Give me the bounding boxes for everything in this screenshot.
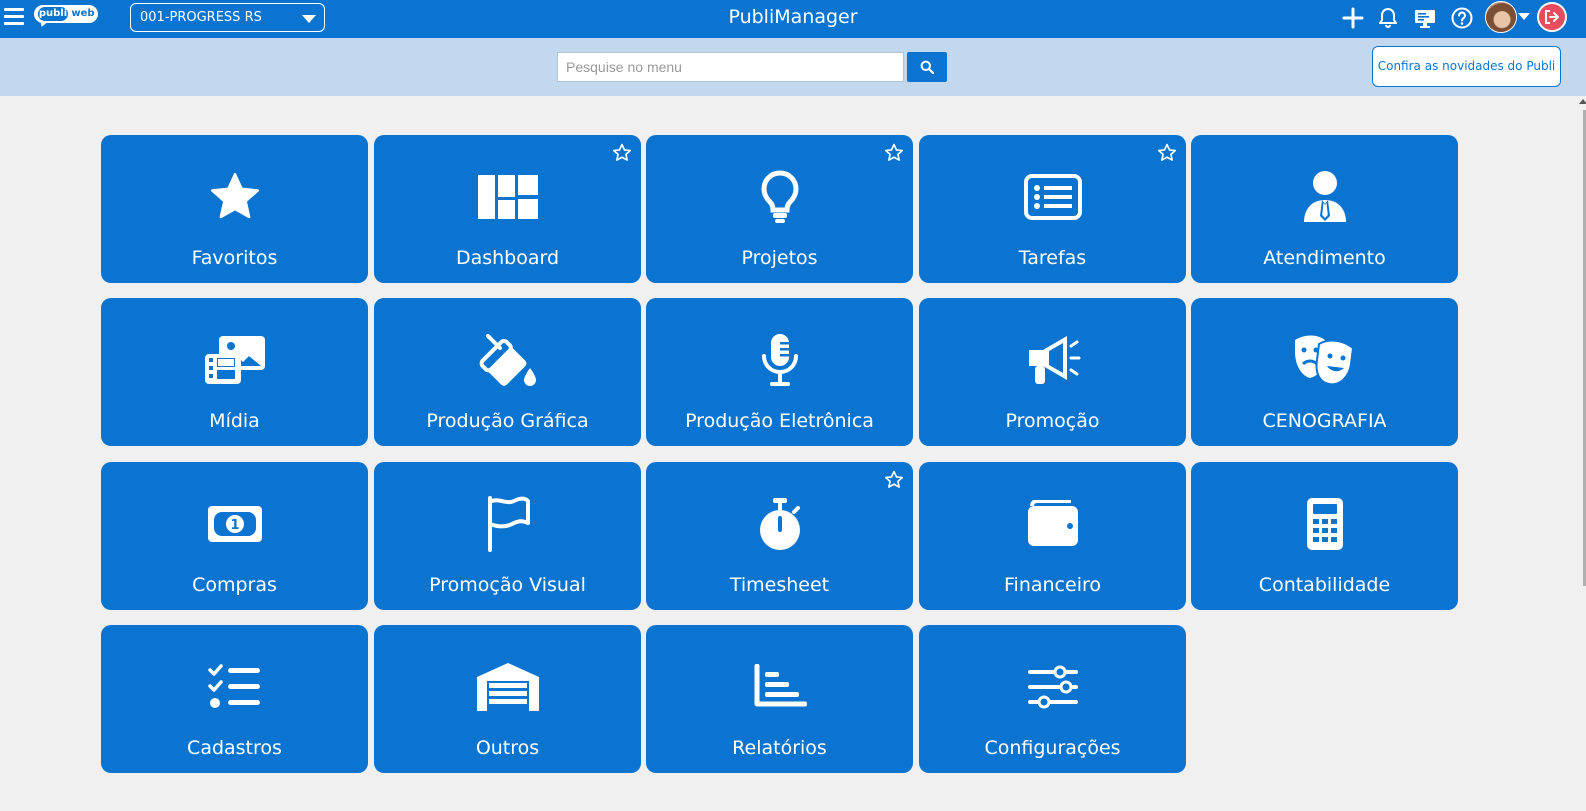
company-select[interactable]: 001-PROGRESS RS: [130, 3, 325, 32]
logout-icon[interactable]: [1537, 2, 1567, 32]
bell-icon[interactable]: [1376, 6, 1400, 30]
user-tie-icon: [1191, 165, 1458, 229]
help-icon[interactable]: [1450, 6, 1474, 30]
tile-promocao-visual[interactable]: Promoção Visual: [374, 462, 641, 610]
news-button[interactable]: Confira as novidades do Publi: [1372, 46, 1561, 87]
tile-producao-grafica[interactable]: Produção Gráfica: [374, 298, 641, 446]
tile-timesheet[interactable]: Timesheet: [646, 462, 913, 610]
tile-cenografia[interactable]: CENOGRAFIA: [1191, 298, 1458, 446]
tile-label: Tarefas: [1018, 247, 1087, 269]
app-title: PubliManager: [728, 6, 858, 28]
tile-label: Outros: [475, 737, 540, 759]
tile-label: Contabilidade: [1258, 574, 1391, 596]
publiweb-logo[interactable]: publi web: [34, 5, 98, 29]
money-bill-icon: 1: [101, 492, 368, 556]
tile-atendimento[interactable]: Atendimento: [1191, 135, 1458, 283]
tile-dashboard[interactable]: Dashboard: [374, 135, 641, 283]
search-icon: [920, 60, 934, 74]
tile-producao-eletronica[interactable]: Produção Eletrônica: [646, 298, 913, 446]
tile-outros[interactable]: Outros: [374, 625, 641, 773]
calculator-icon: [1191, 492, 1458, 556]
top-bar: publi web 001-PROGRESS RS PubliManager: [0, 0, 1586, 38]
list-icon: [919, 165, 1186, 229]
tile-label: Produção Eletrônica: [685, 410, 874, 432]
tile-cadastros[interactable]: Cadastros: [101, 625, 368, 773]
logo-text-web: web: [71, 8, 95, 19]
menu-icon[interactable]: [4, 8, 24, 26]
tile-label: Financeiro: [1004, 574, 1101, 596]
flag-icon: [374, 492, 641, 556]
sliders-icon: [919, 655, 1186, 719]
favorite-star-icon[interactable]: [611, 142, 633, 164]
scroll-up-icon[interactable]: [1579, 99, 1586, 104]
fill-drip-icon: [374, 328, 641, 392]
tasks-icon: [101, 655, 368, 719]
tile-label: Cadastros: [187, 737, 282, 759]
warehouse-icon: [374, 655, 641, 719]
favorite-star-icon[interactable]: [883, 469, 905, 491]
logo-text-publi: publi: [38, 7, 68, 21]
tile-label: Atendimento: [1263, 247, 1386, 269]
tile-favoritos[interactable]: Favoritos: [101, 135, 368, 283]
microphone-icon: [646, 328, 913, 392]
tile-label: CENOGRAFIA: [1262, 410, 1387, 432]
tile-financeiro[interactable]: Financeiro: [919, 462, 1186, 610]
monitor-icon[interactable]: [1413, 6, 1437, 30]
tile-label: Compras: [192, 574, 277, 596]
star-icon: [101, 165, 368, 229]
stopwatch-icon: [646, 492, 913, 556]
tile-contabilidade[interactable]: Contabilidade: [1191, 462, 1458, 610]
tile-label: Mídia: [209, 410, 260, 432]
search-button[interactable]: [907, 52, 947, 82]
tile-label: Favoritos: [191, 247, 278, 269]
favorite-star-icon[interactable]: [883, 142, 905, 164]
tile-label: Relatórios: [732, 737, 827, 759]
bullhorn-icon: [919, 328, 1186, 392]
favorite-star-icon[interactable]: [1156, 142, 1178, 164]
tile-label: Dashboard: [455, 247, 560, 269]
tile-compras[interactable]: 1 Compras: [101, 462, 368, 610]
avatar[interactable]: [1485, 1, 1517, 33]
tile-tarefas[interactable]: Tarefas: [919, 135, 1186, 283]
chevron-down-icon: [302, 15, 316, 23]
lightbulb-icon: [646, 165, 913, 229]
theater-masks-icon: [1191, 328, 1458, 392]
company-select-value: 001-PROGRESS RS: [140, 10, 262, 25]
wallet-icon: [919, 492, 1186, 556]
tile-configuracoes[interactable]: Configurações: [919, 625, 1186, 773]
chevron-down-icon[interactable]: [1518, 13, 1530, 20]
tile-label: Configurações: [984, 737, 1121, 759]
tile-label: Promoção: [1005, 410, 1100, 432]
svg-text:1: 1: [230, 518, 239, 533]
tile-label: Timesheet: [729, 574, 830, 596]
chart-bar-icon: [646, 655, 913, 719]
tile-label: Produção Gráfica: [426, 410, 589, 432]
tile-midia[interactable]: Mídia: [101, 298, 368, 446]
photo-video-icon: [101, 328, 368, 392]
tile-projetos[interactable]: Projetos: [646, 135, 913, 283]
search-input[interactable]: [557, 52, 904, 82]
tile-label: Promoção Visual: [429, 574, 586, 596]
search-bar: Confira as novidades do Publi: [0, 38, 1586, 96]
plus-icon[interactable]: [1341, 6, 1365, 30]
dashboard-icon: [374, 165, 641, 229]
tile-relatorios[interactable]: Relatórios: [646, 625, 913, 773]
tile-promocao[interactable]: Promoção: [919, 298, 1186, 446]
tile-label: Projetos: [741, 247, 818, 269]
